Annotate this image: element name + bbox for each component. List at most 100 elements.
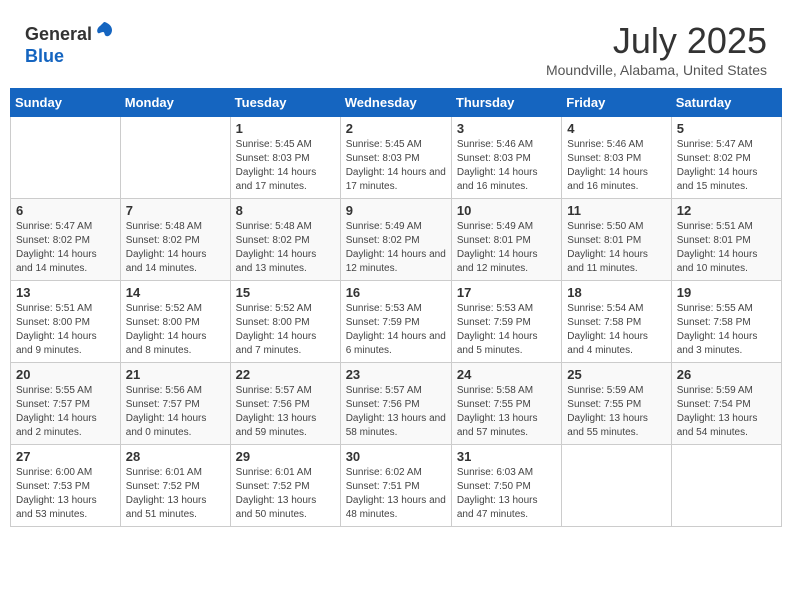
day-info: Sunrise: 5:48 AM Sunset: 8:02 PM Dayligh… [236,220,335,276]
day-cell: 21Sunrise: 5:56 AM Sunset: 7:57 PM Dayli… [120,363,230,445]
day-cell: 15 Sunrise: 5:52 AM Sunset: 8:00 PM Dayli… [230,281,340,363]
day-cell: 16 Sunrise: 5:53 AM Sunset: 7:59 PM Dayli… [340,281,451,363]
day-info: Sunrise: 5:46 AM Sunset: 8:03 PM Dayligh… [457,138,556,194]
day-info: Sunrise: 5:54 AM Sunset: 7:58 PM Dayligh… [567,302,665,358]
week-row-3: 13 Sunrise: 5:51 AM Sunset: 8:00 PM Dayli… [11,281,782,363]
day-cell: 4 Sunrise: 5:46 AM Sunset: 8:03 PM Daylig… [562,117,671,199]
day-number: 6 [16,203,115,218]
logo-text: General Blue [25,20,114,67]
day-number: 30 [346,449,446,464]
week-row-1: 1 Sunrise: 5:45 AM Sunset: 8:03 PM Daylig… [11,117,782,199]
day-info: Sunrise: 6:03 AM Sunset: 7:50 PM Dayligh… [457,466,556,522]
day-number: 25 [567,367,665,382]
day-info: Sunrise: 5:55 AM Sunset: 7:58 PM Dayligh… [677,302,776,358]
day-cell [120,117,230,199]
weekday-header-thursday: Thursday [451,89,561,117]
month-title: July 2025 [546,20,767,62]
day-number: 3 [457,121,556,136]
day-cell: 17Sunrise: 5:53 AM Sunset: 7:59 PM Dayli… [451,281,561,363]
day-cell: 8 Sunrise: 5:48 AM Sunset: 8:02 PM Daylig… [230,199,340,281]
day-number: 13 [16,285,115,300]
day-cell: 30Sunrise: 6:02 AM Sunset: 7:51 PM Dayli… [340,445,451,527]
day-info: Sunrise: 6:00 AM Sunset: 7:53 PM Dayligh… [16,466,115,522]
day-number: 21 [126,367,225,382]
day-cell: 5 Sunrise: 5:47 AM Sunset: 8:02 PM Daylig… [671,117,781,199]
day-info: Sunrise: 5:45 AM Sunset: 8:03 PM Dayligh… [236,138,335,194]
weekday-header-wednesday: Wednesday [340,89,451,117]
day-number: 19 [677,285,776,300]
weekday-header-row: SundayMondayTuesdayWednesdayThursdayFrid… [11,89,782,117]
day-number: 8 [236,203,335,218]
day-cell: 10 Sunrise: 5:49 AM Sunset: 8:01 PM Dayli… [451,199,561,281]
day-info: Sunrise: 5:51 AM Sunset: 8:00 PM Dayligh… [16,302,115,358]
logo-blue: Blue [25,46,64,66]
day-cell [11,117,121,199]
day-number: 28 [126,449,225,464]
day-number: 14 [126,285,225,300]
day-cell [562,445,671,527]
day-number: 1 [236,121,335,136]
day-info: Sunrise: 5:47 AM Sunset: 8:02 PM Dayligh… [16,220,115,276]
day-number: 18 [567,285,665,300]
day-number: 15 [236,285,335,300]
week-row-2: 6 Sunrise: 5:47 AM Sunset: 8:02 PM Daylig… [11,199,782,281]
day-cell: 7 Sunrise: 5:48 AM Sunset: 8:02 PM Daylig… [120,199,230,281]
day-number: 23 [346,367,446,382]
weekday-header-monday: Monday [120,89,230,117]
day-cell: 14 Sunrise: 5:52 AM Sunset: 8:00 PM Dayli… [120,281,230,363]
day-cell: 2Sunrise: 5:45 AM Sunset: 8:03 PM Daylig… [340,117,451,199]
day-number: 20 [16,367,115,382]
day-info: Sunrise: 5:50 AM Sunset: 8:01 PM Dayligh… [567,220,665,276]
day-info: Sunrise: 5:53 AM Sunset: 7:59 PM Dayligh… [346,302,446,358]
day-cell: 22Sunrise: 5:57 AM Sunset: 7:56 PM Dayli… [230,363,340,445]
day-info: Sunrise: 5:51 AM Sunset: 8:01 PM Dayligh… [677,220,776,276]
day-number: 2 [346,121,446,136]
day-cell: 25 Sunrise: 5:59 AM Sunset: 7:55 PM Dayli… [562,363,671,445]
day-number: 27 [16,449,115,464]
day-info: Sunrise: 5:59 AM Sunset: 7:55 PM Dayligh… [567,384,665,440]
day-number: 12 [677,203,776,218]
title-block: July 2025 Moundville, Alabama, United St… [546,20,767,78]
logo-general: General [25,24,92,44]
day-cell: 23 Sunrise: 5:57 AM Sunset: 7:56 PM Dayli… [340,363,451,445]
day-info: Sunrise: 5:55 AM Sunset: 7:57 PM Dayligh… [16,384,115,440]
day-info: Sunrise: 5:52 AM Sunset: 8:00 PM Dayligh… [126,302,225,358]
day-cell: 6 Sunrise: 5:47 AM Sunset: 8:02 PM Daylig… [11,199,121,281]
day-cell: 18 Sunrise: 5:54 AM Sunset: 7:58 PM Dayli… [562,281,671,363]
day-cell: 3 Sunrise: 5:46 AM Sunset: 8:03 PM Daylig… [451,117,561,199]
day-number: 26 [677,367,776,382]
logo: General Blue [25,20,114,67]
day-info: Sunrise: 6:01 AM Sunset: 7:52 PM Dayligh… [126,466,225,522]
weekday-header-sunday: Sunday [11,89,121,117]
page-header: General Blue July 2025 Moundville, Alaba… [10,10,782,83]
day-info: Sunrise: 5:53 AM Sunset: 7:59 PM Dayligh… [457,302,556,358]
day-info: Sunrise: 5:57 AM Sunset: 7:56 PM Dayligh… [346,384,446,440]
weekday-header-friday: Friday [562,89,671,117]
day-number: 24 [457,367,556,382]
day-number: 5 [677,121,776,136]
day-info: Sunrise: 5:49 AM Sunset: 8:01 PM Dayligh… [457,220,556,276]
day-info: Sunrise: 6:01 AM Sunset: 7:52 PM Dayligh… [236,466,335,522]
day-cell: 1 Sunrise: 5:45 AM Sunset: 8:03 PM Daylig… [230,117,340,199]
week-row-4: 20 Sunrise: 5:55 AM Sunset: 7:57 PM Dayli… [11,363,782,445]
day-number: 22 [236,367,335,382]
day-info: Sunrise: 5:47 AM Sunset: 8:02 PM Dayligh… [677,138,776,194]
day-number: 9 [346,203,446,218]
day-number: 16 [346,285,446,300]
day-number: 10 [457,203,556,218]
day-number: 7 [126,203,225,218]
day-info: Sunrise: 5:52 AM Sunset: 8:00 PM Dayligh… [236,302,335,358]
day-cell: 11 Sunrise: 5:50 AM Sunset: 8:01 PM Dayli… [562,199,671,281]
day-cell: 28 Sunrise: 6:01 AM Sunset: 7:52 PM Dayli… [120,445,230,527]
day-cell: 29Sunrise: 6:01 AM Sunset: 7:52 PM Dayli… [230,445,340,527]
day-info: Sunrise: 5:59 AM Sunset: 7:54 PM Dayligh… [677,384,776,440]
weekday-header-saturday: Saturday [671,89,781,117]
day-number: 31 [457,449,556,464]
day-cell: 12 Sunrise: 5:51 AM Sunset: 8:01 PM Dayli… [671,199,781,281]
day-info: Sunrise: 5:46 AM Sunset: 8:03 PM Dayligh… [567,138,665,194]
day-number: 4 [567,121,665,136]
day-cell: 13 Sunrise: 5:51 AM Sunset: 8:00 PM Dayli… [11,281,121,363]
day-number: 11 [567,203,665,218]
day-cell: 26 Sunrise: 5:59 AM Sunset: 7:54 PM Dayli… [671,363,781,445]
day-info: Sunrise: 5:48 AM Sunset: 8:02 PM Dayligh… [126,220,225,276]
